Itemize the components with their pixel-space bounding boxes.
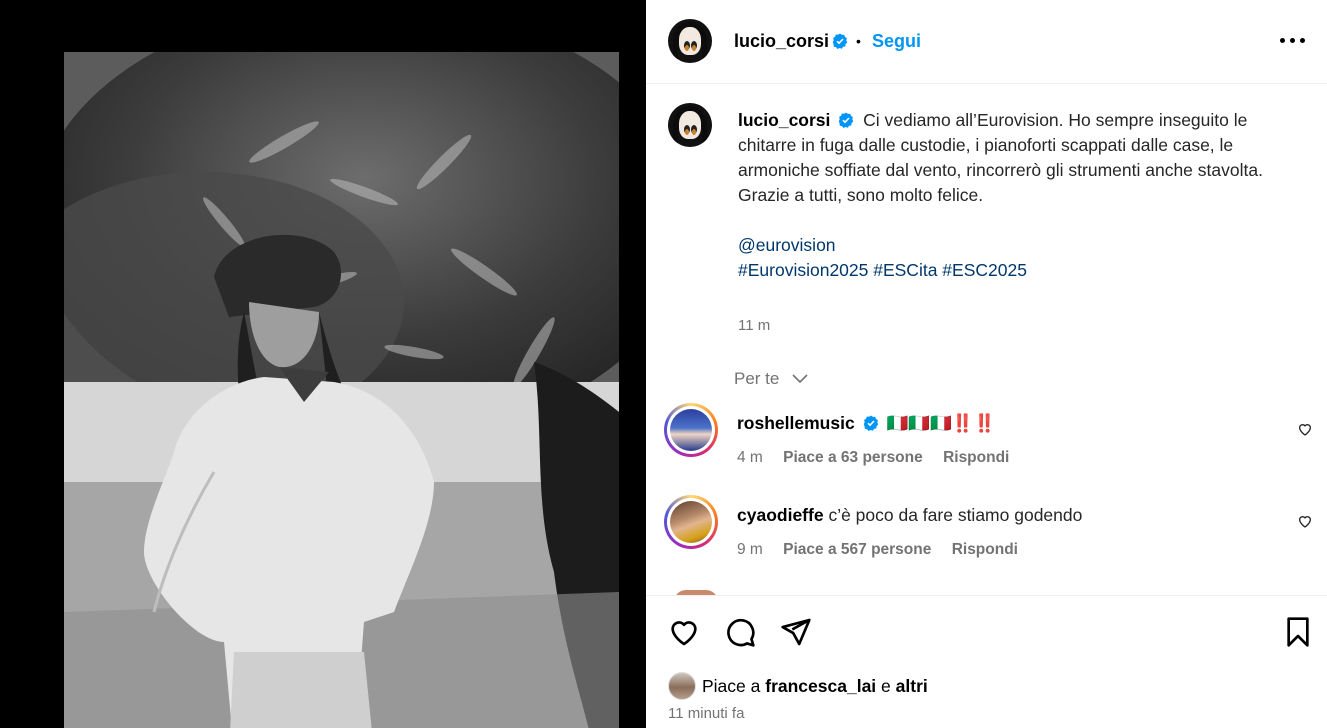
caption-time[interactable]: 11 m: [738, 317, 770, 334]
comment-body: c’è poco da fare stiamo godendo: [828, 505, 1083, 525]
comment-meta: 9 m Piace a 567 persone Rispondi: [737, 541, 1034, 559]
comment-time[interactable]: 4 m: [737, 449, 763, 466]
caption-thanks: Grazie a tutti, sono molto felice.: [738, 185, 984, 205]
post-header: lucio_corsi • Segui: [646, 0, 1327, 84]
reply-button[interactable]: Rispondi: [952, 541, 1018, 558]
comment-item: roshellemusic 🇮🇹🇮🇹🇮🇹‼️‼️ 4 m Piace a 63 …: [646, 403, 1327, 473]
comment-filter-dropdown[interactable]: Per te: [734, 369, 808, 389]
post-panel: lucio_corsi • Segui lucio_corsi Ci vedia…: [646, 0, 1327, 728]
verified-badge-icon: [839, 112, 854, 128]
verified-badge-icon: [832, 33, 848, 49]
like-heart-icon[interactable]: [668, 616, 700, 648]
comment-username[interactable]: roshellemusic: [737, 413, 855, 433]
action-bar: Piace a francesca_lai e altri 11 minuti …: [646, 595, 1327, 728]
author-avatar[interactable]: [668, 19, 712, 63]
likes-others-link[interactable]: altri: [896, 676, 928, 696]
comment-body: 🇮🇹🇮🇹🇮🇹‼️‼️: [886, 413, 996, 433]
comment-username[interactable]: cyaodieffe: [737, 505, 824, 525]
share-icon[interactable]: [780, 616, 812, 648]
comments-section[interactable]: lucio_corsi Ci vediamo all’Eurovision. H…: [646, 85, 1327, 595]
chevron-down-icon: [792, 374, 808, 384]
comment-text: cyaodieffe c’è poco da fare stiamo goden…: [737, 505, 1082, 526]
post-timestamp[interactable]: 11 minuti fa: [668, 705, 744, 722]
likes-prefix: Piace a: [702, 676, 761, 696]
save-bookmark-icon[interactable]: [1282, 616, 1314, 648]
comment-item: cyaodieffe c’è poco da fare stiamo goden…: [646, 495, 1327, 565]
mention-link[interactable]: @eurovision: [738, 235, 836, 255]
hashtags-link[interactable]: #Eurovision2025 #ESCita #ESC2025: [738, 260, 1027, 280]
likes-text: Piace a francesca_lai e altri: [702, 676, 928, 697]
comment-filter-label: Per te: [734, 369, 780, 388]
caption: lucio_corsi Ci vediamo all’Eurovision. H…: [738, 108, 1298, 283]
comment-time[interactable]: 9 m: [737, 541, 763, 558]
comment-meta: 4 m Piace a 63 persone Rispondi: [737, 449, 1025, 467]
more-options-icon[interactable]: [1280, 36, 1306, 46]
likes-and: e: [881, 676, 891, 696]
post-media[interactable]: [0, 0, 646, 728]
liker-avatar[interactable]: [668, 672, 696, 700]
comment-icon[interactable]: [724, 616, 756, 648]
post-photo: [64, 52, 619, 728]
caption-avatar[interactable]: [668, 103, 712, 147]
verified-badge-icon: [863, 415, 878, 431]
comment-like-heart-icon[interactable]: [1297, 421, 1313, 437]
header-separator: •: [856, 33, 861, 49]
follow-button[interactable]: Segui: [872, 31, 921, 52]
comment-like-heart-icon[interactable]: [1297, 513, 1313, 529]
comment-likes[interactable]: Piace a 567 persone: [783, 541, 931, 558]
reply-button[interactable]: Rispondi: [943, 449, 1009, 466]
author-username[interactable]: lucio_corsi: [734, 31, 829, 52]
liker-username[interactable]: francesca_lai: [765, 676, 876, 696]
commenter-avatar[interactable]: [664, 495, 718, 549]
caption-username[interactable]: lucio_corsi: [738, 110, 830, 130]
comment-likes[interactable]: Piace a 63 persone: [783, 449, 923, 466]
commenter-avatar[interactable]: [664, 403, 718, 457]
comment-text: roshellemusic 🇮🇹🇮🇹🇮🇹‼️‼️: [737, 413, 995, 434]
